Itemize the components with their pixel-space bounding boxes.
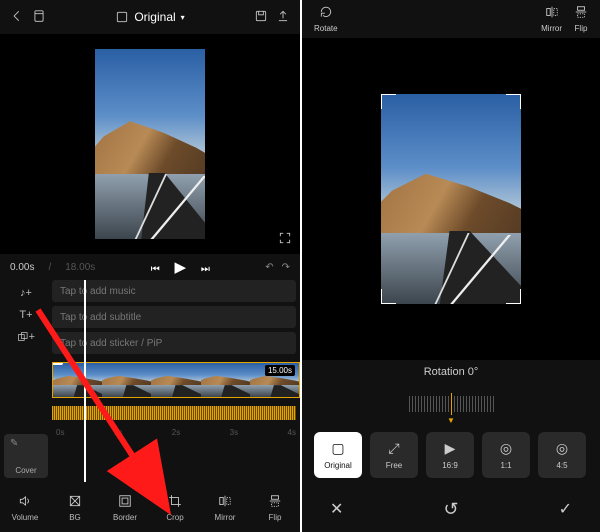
ratio-original[interactable]: ▢ Original [314, 432, 362, 478]
timeline-area: ♪+ T+ + ✎ Cover Tap to add music Tap to … [0, 280, 300, 482]
flip-icon [268, 492, 282, 510]
bg-icon [68, 492, 82, 510]
crop-handle-tr[interactable] [506, 94, 521, 109]
time-total: 18.00s [65, 262, 95, 273]
crop-canvas[interactable] [302, 38, 600, 360]
flip-button[interactable]: Flip [250, 482, 300, 532]
video-clip-preview [95, 49, 205, 239]
music-hint[interactable]: Tap to add music [52, 280, 296, 302]
play-icon[interactable]: ▶ [174, 259, 186, 276]
ratio-4-5[interactable]: ◎ 4:5 [538, 432, 586, 478]
confirm-row: ✕ ↺ ✓ [302, 486, 600, 532]
add-text-icon[interactable]: T+ [17, 306, 35, 324]
add-music-icon[interactable]: ♪+ [17, 284, 35, 302]
playback-controls: ⏮ ▶ ⏭ [145, 258, 216, 276]
timeline-side-tools: ♪+ T+ + ✎ Cover [0, 280, 52, 482]
crop-top-bar: Rotate Mirror Flip [302, 0, 600, 38]
aspect-ratio-label: Original [134, 10, 175, 24]
timeline-playhead[interactable] [84, 280, 86, 482]
border-icon [118, 492, 132, 510]
playback-row: 0.00s / 18.00s ⏮ ▶ ⏭ ↶ ↷ [0, 254, 300, 280]
rotation-scale-pointer-icon: ▼ [447, 416, 455, 425]
rotation-readout: Rotation 0° [302, 360, 600, 384]
youtube-icon: ▶ [445, 440, 456, 457]
free-ratio-icon: ⤢ [388, 440, 399, 457]
pencil-icon: ✎ [10, 438, 18, 449]
save-draft-icon[interactable] [254, 9, 268, 26]
page-icon[interactable] [32, 9, 46, 26]
mirror-button-top[interactable]: Mirror [541, 5, 562, 33]
volume-button[interactable]: Volume [0, 482, 50, 532]
ratio-free[interactable]: ⤢ Free [370, 432, 418, 478]
cover-label: Cover [15, 466, 36, 475]
add-layer-icon[interactable]: + [17, 328, 35, 346]
trim-handle-icon[interactable]: •• [52, 362, 63, 365]
rotation-scale[interactable]: ▼ [302, 384, 600, 424]
clip-duration-badge: 15.00s [265, 365, 295, 376]
bottom-toolbar: Volume BG Border Crop Mirror [0, 482, 300, 532]
border-button[interactable]: Border [100, 482, 150, 532]
fullscreen-icon[interactable] [278, 231, 292, 248]
sticker-hint[interactable]: Tap to add sticker / PiP [52, 332, 296, 354]
instagram-icon: ◎ [500, 440, 512, 457]
time-current: 0.00s [10, 262, 34, 273]
time-ruler: 0s 1s 2s 3s 4s [52, 428, 300, 440]
prev-frame-icon[interactable]: ⏮ [151, 264, 160, 275]
rotate-button[interactable]: Rotate [314, 5, 338, 33]
instagram-icon: ◎ [556, 440, 568, 457]
aspect-ratio-row: ▢ Original ⤢ Free ▶ 16:9 ◎ 1:1 ◎ 4:5 [302, 424, 600, 486]
crop-button[interactable]: Crop [150, 482, 200, 532]
cover-button[interactable]: ✎ Cover [4, 434, 48, 478]
video-track[interactable]: •• 15.00s [52, 362, 300, 398]
rotation-scale-center [451, 393, 452, 415]
canvas-preview[interactable] [0, 34, 300, 254]
rotate-icon [319, 5, 333, 22]
crop-handle-tl[interactable] [381, 94, 396, 109]
redo-icon[interactable]: ↷ [282, 262, 290, 273]
undo-icon[interactable]: ↶ [265, 262, 273, 273]
ratio-16-9[interactable]: ▶ 16:9 [426, 432, 474, 478]
cancel-icon[interactable]: ✕ [330, 499, 343, 519]
original-ratio-icon: ▢ [331, 440, 344, 457]
mirror-icon [218, 492, 232, 510]
export-icon[interactable] [276, 9, 290, 26]
back-icon[interactable] [10, 9, 24, 26]
bg-button[interactable]: BG [50, 482, 100, 532]
mirror-button[interactable]: Mirror [200, 482, 250, 532]
mirror-icon [545, 5, 559, 22]
next-frame-icon[interactable]: ⏭ [201, 264, 210, 275]
crop-pane: Rotate Mirror Flip Rotation 0° [300, 0, 600, 532]
editor-top-bar: Original ▾ [0, 0, 300, 34]
crop-handle-bl[interactable] [381, 289, 396, 304]
chevron-down-icon: ▾ [181, 13, 185, 22]
flip-button-top[interactable]: Flip [574, 5, 588, 33]
confirm-icon[interactable]: ✓ [559, 499, 572, 519]
crop-handle-br[interactable] [506, 289, 521, 304]
aspect-ratio-selector[interactable]: Original ▾ [109, 8, 190, 26]
flip-icon [574, 5, 588, 22]
crop-icon [168, 492, 182, 510]
audio-waveform[interactable] [52, 406, 296, 420]
crop-frame[interactable] [381, 94, 521, 304]
reset-icon[interactable]: ↺ [443, 499, 458, 520]
subtitle-hint[interactable]: Tap to add subtitle [52, 306, 296, 328]
ratio-1-1[interactable]: ◎ 1:1 [482, 432, 530, 478]
editor-pane: Original ▾ 0.00s / 18.00s ⏮ ▶ ⏭ ↶ ↷ [0, 0, 300, 532]
volume-icon [18, 492, 32, 510]
